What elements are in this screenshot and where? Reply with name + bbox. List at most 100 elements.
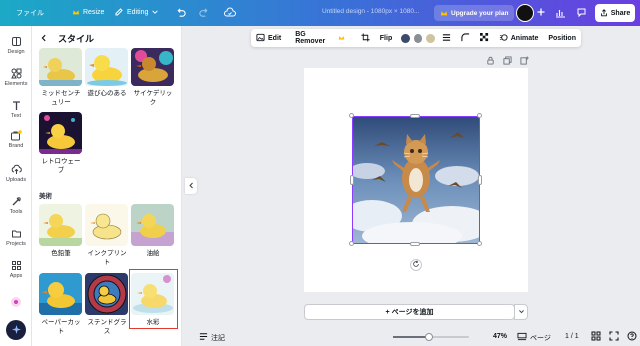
pages-button[interactable]: ページ (517, 332, 551, 343)
undo-icon[interactable] (176, 7, 187, 18)
design-icon (11, 36, 22, 47)
add-page-button[interactable]: + ページを追加 (304, 304, 515, 320)
rail-item-uploads[interactable]: Uploads (0, 164, 32, 183)
style-label: 色鉛筆 (51, 250, 71, 257)
resize-handle[interactable] (477, 241, 482, 246)
rail-item-app-shortcut[interactable] (0, 296, 32, 308)
notes-icon (199, 332, 208, 343)
position-button[interactable]: Position (543, 35, 581, 42)
back-arrow-icon[interactable] (40, 34, 48, 44)
corner-rounding-button[interactable] (456, 32, 475, 44)
file-menu[interactable]: ファイル (16, 8, 44, 18)
redo-icon[interactable] (198, 7, 209, 18)
border-style-icon (442, 33, 451, 44)
add-page-icon[interactable] (520, 56, 529, 67)
editing-mode-button[interactable]: Editing (114, 7, 159, 17)
animate-button[interactable]: Animate (494, 33, 544, 44)
crown-icon (338, 34, 345, 43)
crown-icon (440, 9, 448, 17)
animate-label: Animate (510, 34, 539, 42)
rail-label: Design (7, 49, 25, 55)
style-thumb-ink-print[interactable] (85, 204, 128, 246)
rail-label: Apps (9, 273, 23, 279)
rotate-icon (412, 260, 420, 270)
resize-handle[interactable] (350, 175, 354, 185)
resize-button[interactable]: Resize (72, 8, 104, 16)
style-thumb-retrowave[interactable] (39, 112, 82, 154)
resize-handle[interactable] (410, 242, 420, 246)
rail-label: Projects (6, 241, 26, 247)
document-title[interactable]: Untitled design - 1080px × 1080... (322, 8, 419, 15)
avatar[interactable] (516, 4, 534, 22)
rail-item-elements[interactable]: Elements (0, 68, 32, 87)
add-icon[interactable] (536, 7, 546, 17)
style-panel: スタイル ミッドセンチ ュリー 遊び心のある サイケデリッ ク レトロウェー ブ… (32, 26, 182, 346)
border-style-button[interactable] (437, 33, 456, 44)
rail-item-text[interactable]: Text (0, 100, 32, 119)
crown-icon (72, 8, 80, 16)
zoom-slider[interactable] (393, 333, 469, 341)
rail-item-brand[interactable]: Brand (0, 130, 32, 149)
transparency-button[interactable] (475, 32, 494, 44)
transparency-icon (479, 32, 489, 44)
share-icon (600, 9, 608, 17)
analytics-icon[interactable] (555, 7, 566, 18)
crop-icon (361, 32, 370, 44)
style-thumb-oil-painting[interactable] (131, 204, 174, 246)
style-label: サイケデリッ ク (133, 90, 173, 106)
panel-header: スタイル (40, 32, 94, 45)
rail-item-apps[interactable]: Apps (0, 260, 32, 279)
edit-image-button[interactable]: Edit (251, 33, 286, 44)
magic-assistant-button[interactable] (6, 320, 26, 340)
color-swatch[interactable] (426, 33, 435, 43)
help-icon[interactable] (627, 331, 637, 343)
pages-label: ページ (530, 334, 551, 342)
style-label: 遊び心のある (87, 90, 127, 97)
style-thumb-psychedelic[interactable] (131, 48, 174, 86)
resize-handle[interactable] (349, 241, 354, 246)
position-label: Position (548, 34, 576, 42)
color-swatch[interactable] (401, 33, 410, 43)
style-thumb-mid-century[interactable] (39, 48, 82, 86)
comment-icon[interactable] (576, 7, 587, 18)
rail-label: Elements (4, 81, 28, 87)
duplicate-page-icon[interactable] (503, 56, 512, 67)
share-button[interactable]: Share (595, 4, 635, 22)
rail-item-tools[interactable]: Tools (0, 196, 32, 215)
text-icon (11, 100, 22, 111)
resize-handle[interactable] (410, 114, 420, 118)
style-thumb-stained-glass[interactable] (85, 273, 128, 315)
crop-button[interactable] (356, 32, 375, 44)
corner-rounding-icon (461, 32, 470, 44)
brand-icon (10, 130, 22, 141)
style-thumb-paper-cut[interactable] (39, 273, 82, 315)
bg-remover-button[interactable]: BG Remover (290, 31, 350, 45)
left-rail: Design Elements Text Brand Uploads Tools… (0, 26, 32, 346)
grid-view-icon[interactable] (591, 331, 601, 343)
style-thumb-playful[interactable] (85, 48, 128, 86)
rotate-handle[interactable] (410, 259, 422, 271)
resize-handle[interactable] (349, 113, 354, 118)
rail-item-design[interactable]: Design (0, 36, 32, 55)
zoom-slider-knob[interactable] (425, 333, 433, 341)
pages-icon (517, 332, 527, 343)
cloud-saved-icon[interactable] (224, 7, 236, 18)
rail-item-projects[interactable]: Projects (0, 228, 32, 247)
section-title-art: 美術 (39, 193, 52, 200)
zoom-level[interactable]: 47% (493, 333, 507, 340)
resize-handle[interactable] (477, 113, 482, 118)
style-thumb-colored-pencil[interactable] (39, 204, 82, 246)
selection-frame (352, 116, 480, 244)
zoom-slider-fill (393, 336, 429, 338)
collapse-panel-button[interactable] (185, 178, 197, 194)
add-page-options-button[interactable] (514, 304, 528, 320)
context-toolbar: Edit BG Remover Flip Animate Position (251, 29, 581, 47)
flip-button[interactable]: Flip (375, 35, 397, 42)
uploads-icon (11, 164, 22, 175)
lock-icon[interactable] (486, 56, 495, 67)
upgrade-button[interactable]: Upgrade your plan (434, 5, 515, 21)
resize-handle[interactable] (478, 175, 482, 185)
fullscreen-icon[interactable] (609, 331, 619, 343)
notes-button[interactable]: 注記 (199, 332, 225, 343)
color-swatch[interactable] (413, 33, 423, 43)
